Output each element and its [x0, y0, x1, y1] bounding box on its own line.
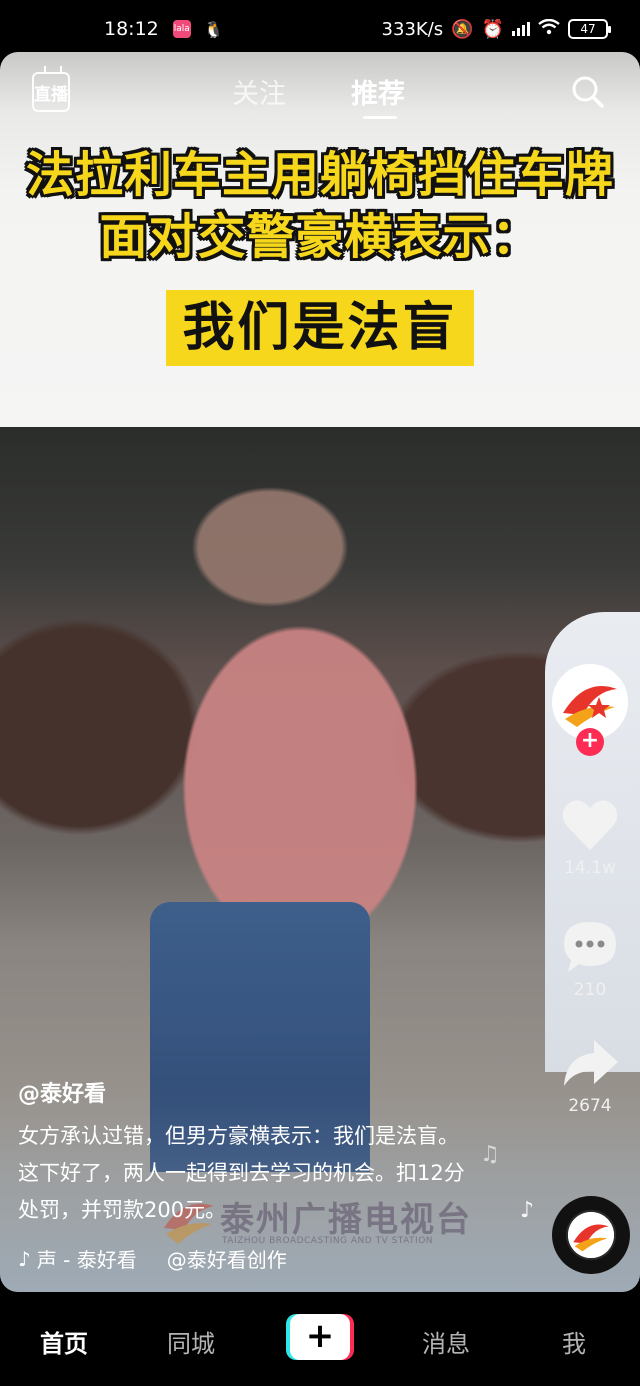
signal-icon	[512, 22, 530, 36]
share-button[interactable]: 2674	[548, 1036, 632, 1116]
headline-line-2: 面对交警豪横表示：	[99, 209, 541, 265]
add-video-button[interactable]: +	[286, 1314, 354, 1360]
heart-icon	[562, 800, 618, 850]
headline-line-1: 法拉利车主用躺椅挡住车牌	[25, 147, 614, 203]
comment-button[interactable]: 210	[548, 918, 632, 1000]
follow-plus-button[interactable]: +	[576, 728, 604, 756]
qq-penguin-icon: 🐧	[203, 19, 224, 39]
search-icon[interactable]	[570, 74, 606, 110]
nav-city[interactable]: 同城	[167, 1324, 215, 1359]
floating-note-icon: ♫	[480, 1142, 500, 1167]
comment-count: 210	[573, 980, 607, 1000]
bottom-nav: 首页 同城 + 消息 我	[0, 1292, 640, 1386]
comment-icon	[564, 922, 616, 972]
tab-active-indicator	[363, 116, 397, 119]
music-note-icon: ♪	[18, 1246, 31, 1271]
floating-note-icon: ♪	[520, 1198, 535, 1223]
share-count: 2674	[568, 1096, 612, 1116]
alarm-icon: ⏰	[481, 18, 504, 40]
live-icon[interactable]: 直播	[32, 72, 70, 112]
music-info[interactable]: ♪ 声 - 泰好看 @泰好看创作	[18, 1244, 287, 1273]
video-headline: 法拉利车主用躺椅挡住车牌 面对交警豪横表示： 我们是法盲	[0, 144, 640, 366]
like-count: 14.1w	[564, 858, 616, 878]
battery-icon: 47	[568, 19, 611, 39]
music-creator: @泰好看创作	[166, 1248, 287, 1272]
status-time: 18:12	[104, 18, 159, 40]
status-bar: 18:12 lala 🐧 333K/s 🔕 ⏰ 47	[0, 0, 640, 58]
like-button[interactable]: 14.1w	[548, 798, 632, 878]
tab-following[interactable]: 关注	[232, 72, 286, 111]
share-arrow-icon	[564, 1040, 618, 1086]
top-nav: 直播 关注 推荐	[0, 52, 640, 132]
music-disc-avatar	[568, 1212, 614, 1258]
tab-recommend[interactable]: 推荐	[351, 72, 405, 111]
nav-home[interactable]: 首页	[40, 1324, 88, 1359]
lala-icon: lala	[172, 20, 191, 38]
add-icon: +	[290, 1314, 350, 1360]
wifi-icon	[538, 18, 560, 40]
author-name[interactable]: @泰好看	[18, 1076, 106, 1108]
mute-icon: 🔕	[451, 18, 474, 40]
nav-me[interactable]: 我	[562, 1324, 586, 1359]
video-description: 女方承认过错，但男方豪横表示：我们是法盲。这下好了，两人一起得到去学习的机会。扣…	[18, 1124, 465, 1222]
headline-box: 我们是法盲	[166, 290, 474, 366]
music-disc[interactable]	[552, 1196, 630, 1274]
network-speed: 333K/s	[381, 18, 444, 40]
music-label: 声 - 泰好看	[36, 1248, 137, 1272]
nav-messages[interactable]: 消息	[422, 1324, 470, 1359]
